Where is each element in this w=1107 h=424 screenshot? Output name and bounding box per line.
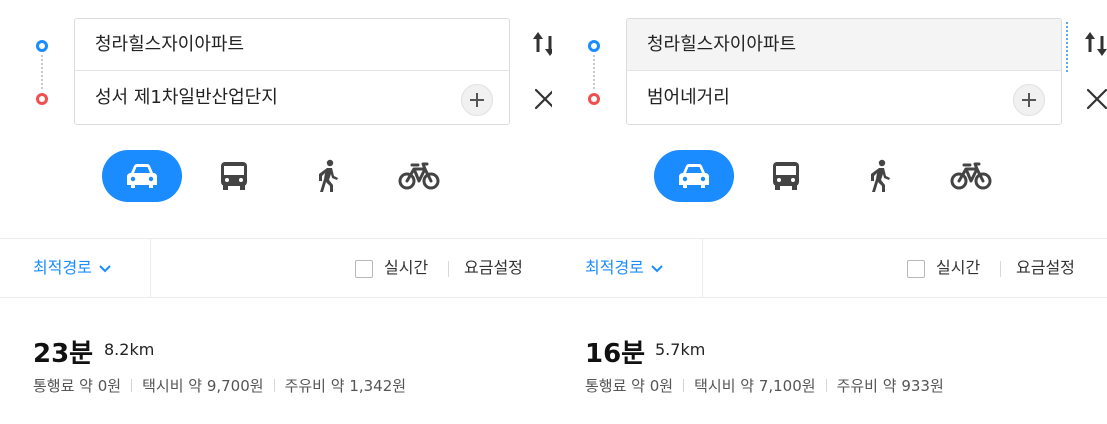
route-option-dropdown[interactable]: 최적경로	[33, 239, 112, 297]
fuel-cost: 주유비 약 1,342원	[284, 377, 407, 395]
route-input-box: 청라힐스자이아파트 범어네거리	[626, 18, 1062, 125]
mode-bike-button[interactable]	[393, 150, 445, 202]
toll-cost: 통행료 약 0원	[585, 377, 674, 395]
divider	[702, 239, 703, 297]
origin-input[interactable]: 청라힐스자이아파트	[75, 19, 509, 71]
add-waypoint-button[interactable]	[461, 84, 493, 116]
bike-icon	[398, 162, 440, 190]
mode-bike-button[interactable]	[945, 150, 997, 202]
bus-icon	[221, 162, 247, 190]
walk-icon	[871, 159, 890, 192]
route-option-label: 최적경로	[585, 258, 644, 277]
route-cost-line: 통행료 약 0원 택시비 약 9,700원 주유비 약 1,342원	[33, 375, 406, 396]
bus-icon	[773, 162, 799, 190]
divider	[825, 379, 827, 392]
divider	[150, 239, 151, 297]
fare-setting-button[interactable]: 요금설정	[464, 239, 523, 297]
bike-icon	[950, 162, 992, 190]
destination-input[interactable]: 성서 제1차일반산업단지	[75, 72, 509, 124]
route-connector-line	[41, 55, 43, 89]
destination-input[interactable]: 범어네거리	[627, 72, 1061, 124]
focus-indicator	[1066, 22, 1068, 72]
directions-panel-left: 청라힐스자이아파트 성서 제1차일반산업단지 최적경로 실시간 요금설정 23분…	[0, 0, 555, 424]
destination-dot-icon	[36, 93, 48, 105]
divider	[448, 261, 449, 277]
mode-walk-button[interactable]	[854, 150, 906, 202]
car-icon	[679, 164, 709, 188]
mode-bus-button[interactable]	[760, 150, 812, 202]
car-icon	[127, 164, 157, 188]
close-icon	[1086, 88, 1107, 110]
route-cost-line: 통행료 약 0원 택시비 약 7,100원 주유비 약 933원	[585, 375, 944, 396]
origin-dot-icon	[36, 40, 48, 52]
mode-car-button[interactable]	[102, 150, 182, 202]
route-duration: 16분	[585, 339, 646, 369]
toll-cost: 통행료 약 0원	[33, 377, 122, 395]
route-duration: 23분	[33, 339, 94, 369]
divider	[273, 379, 275, 392]
mode-bus-button[interactable]	[208, 150, 260, 202]
mode-walk-button[interactable]	[302, 150, 354, 202]
chevron-down-icon	[650, 240, 664, 298]
route-option-dropdown[interactable]: 최적경로	[585, 239, 664, 297]
fuel-cost: 주유비 약 933원	[836, 377, 944, 395]
mode-car-button[interactable]	[654, 150, 734, 202]
close-button[interactable]	[1084, 86, 1107, 112]
route-connector-line	[593, 55, 595, 89]
destination-dot-icon	[588, 93, 600, 105]
directions-panel-right: 청라힐스자이아파트 범어네거리 최적경로 실시간 요금설정 16분 5.7km …	[552, 0, 1107, 424]
divider	[131, 379, 133, 392]
add-waypoint-button[interactable]	[1013, 84, 1045, 116]
origin-input[interactable]: 청라힐스자이아파트	[627, 19, 1061, 71]
route-options-bar: 최적경로 실시간 요금설정	[552, 238, 1107, 298]
swap-route-button[interactable]	[1082, 28, 1107, 60]
plus-icon	[470, 93, 484, 107]
fare-setting-button[interactable]: 요금설정	[1016, 239, 1075, 297]
realtime-label[interactable]: 실시간	[936, 239, 980, 297]
taxi-cost: 택시비 약 7,100원	[694, 377, 816, 395]
origin-dot-icon	[588, 40, 600, 52]
taxi-cost: 택시비 약 9,700원	[142, 377, 264, 395]
realtime-label[interactable]: 실시간	[384, 239, 428, 297]
route-input-box: 청라힐스자이아파트 성서 제1차일반산업단지	[74, 18, 510, 125]
divider	[683, 379, 685, 392]
realtime-checkbox[interactable]	[355, 260, 373, 278]
plus-icon	[1022, 93, 1036, 107]
route-distance: 8.2km	[104, 340, 155, 359]
route-distance: 5.7km	[655, 340, 706, 359]
chevron-down-icon	[98, 240, 112, 298]
route-options-bar: 최적경로 실시간 요금설정	[0, 238, 555, 298]
realtime-checkbox[interactable]	[907, 260, 925, 278]
walk-icon	[319, 159, 338, 192]
route-option-label: 최적경로	[33, 258, 92, 277]
divider	[1000, 261, 1001, 277]
swap-arrows-icon	[1085, 32, 1107, 56]
